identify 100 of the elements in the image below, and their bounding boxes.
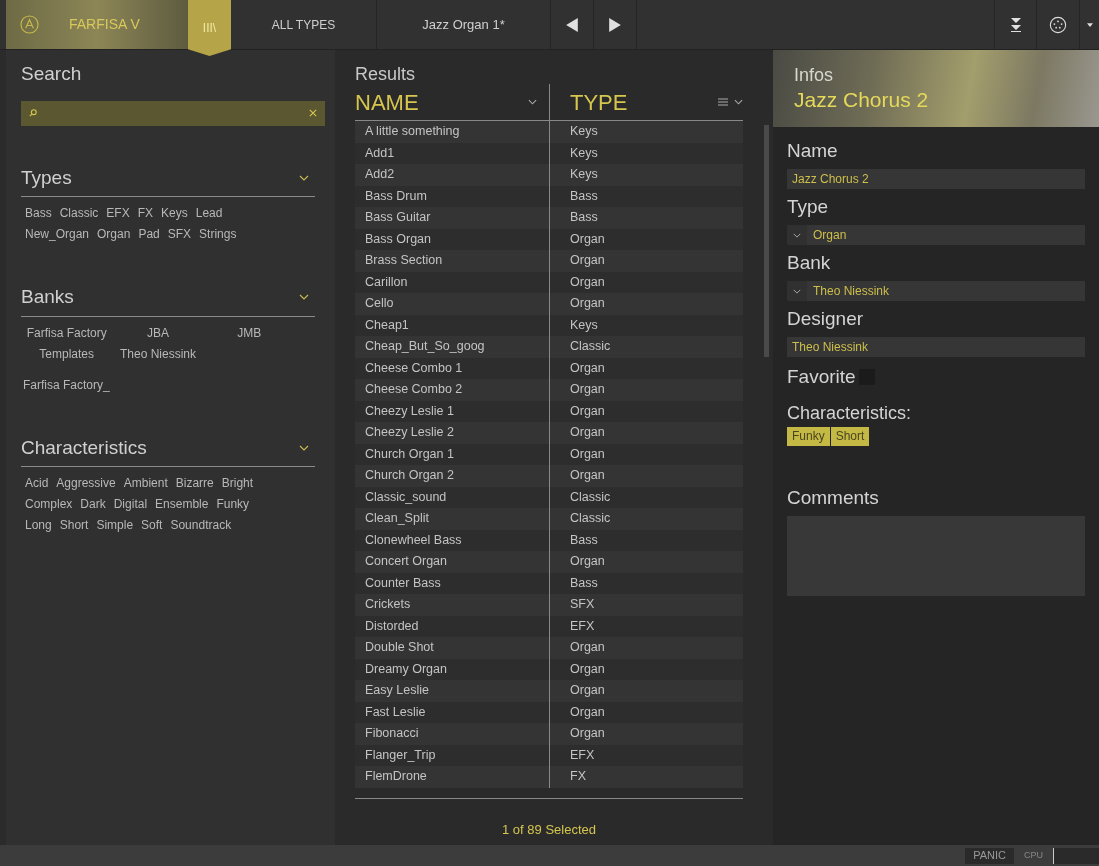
filter-tag[interactable]: Pad bbox=[136, 224, 162, 245]
result-row[interactable]: Church Organ 2 Organ bbox=[355, 465, 743, 487]
name-cell: Easy Leslie bbox=[355, 680, 550, 702]
chevron-icon[interactable] bbox=[793, 288, 801, 294]
type-cell-text: Keys bbox=[569, 144, 598, 162]
dropdown-value: Theo Niessink bbox=[812, 283, 890, 300]
search-icon bbox=[29, 109, 37, 117]
type-cell-text: Organ bbox=[569, 445, 605, 463]
filter-tag[interactable]: Acid bbox=[23, 473, 51, 494]
type-cell-text: Organ bbox=[569, 273, 605, 291]
result-row[interactable]: Crickets SFX bbox=[355, 594, 743, 616]
filter-tag[interactable]: Dark bbox=[78, 494, 108, 515]
field-label: Designer bbox=[787, 306, 865, 331]
comments-label: Comments bbox=[787, 485, 880, 510]
type-cell-text: Bass bbox=[569, 574, 598, 592]
menu-icon[interactable] bbox=[718, 98, 728, 106]
filter-tag[interactable]: Theo Niessink bbox=[117, 343, 198, 365]
filter-tag[interactable]: FX bbox=[135, 203, 156, 224]
filter-tag[interactable]: Soft bbox=[139, 515, 165, 536]
results-title: Results bbox=[355, 64, 417, 84]
filter-tag[interactable]: JMB bbox=[235, 322, 264, 344]
type-cell-text: Bass bbox=[569, 209, 598, 227]
panic-button[interactable]: PANIC bbox=[965, 847, 1014, 864]
filter-tag[interactable]: Long bbox=[23, 515, 54, 536]
filter-tag[interactable]: Short bbox=[57, 515, 91, 536]
clear-icon[interactable] bbox=[309, 109, 317, 117]
field-label: Name bbox=[787, 138, 839, 163]
filter-tag[interactable]: Aggressive bbox=[54, 473, 118, 494]
filter-tag[interactable]: Bass bbox=[23, 203, 54, 224]
type-cell-text: Classic bbox=[569, 488, 611, 506]
column-header[interactable]: NAME bbox=[355, 85, 419, 119]
column-header[interactable]: TYPE bbox=[570, 85, 628, 119]
result-row[interactable]: Concert Organ Organ bbox=[355, 551, 743, 573]
name-cell: Double Shot bbox=[355, 637, 550, 659]
dropdown-value: Organ bbox=[812, 227, 847, 244]
chevron-icon[interactable] bbox=[299, 294, 309, 301]
result-row[interactable]: Cello Organ bbox=[355, 293, 743, 315]
chevron-icon[interactable] bbox=[299, 174, 309, 181]
name-cell: Brass Section bbox=[355, 250, 550, 272]
type-cell-text: Keys bbox=[569, 166, 598, 184]
filter-tag[interactable]: New_Organ bbox=[23, 224, 92, 245]
type-cell-text: Organ bbox=[569, 725, 605, 743]
type-cell-text: Organ bbox=[569, 424, 605, 442]
filter-tag[interactable]: Templates bbox=[37, 343, 96, 365]
filter-tag[interactable]: Farfisa Factory bbox=[24, 322, 109, 344]
name-cell: FlemDrone bbox=[355, 766, 550, 788]
characteristic-tag: Funky bbox=[787, 426, 830, 446]
type-cell-text: FX bbox=[569, 768, 586, 786]
type-filter-button[interactable]: ALL TYPES bbox=[231, 0, 377, 49]
filter-tag[interactable]: Farfisa Factory_ bbox=[21, 374, 112, 396]
chevron-icon[interactable] bbox=[793, 232, 801, 238]
filter-tag[interactable]: Organ bbox=[95, 224, 133, 245]
filter-tag[interactable]: Digital bbox=[111, 494, 150, 515]
sort-chevron-icon[interactable] bbox=[734, 99, 743, 105]
midi-icon bbox=[1049, 15, 1067, 34]
filter-tag[interactable]: Bizarre bbox=[173, 473, 216, 494]
result-row[interactable]: Fibonacci Organ bbox=[355, 723, 743, 745]
type-cell-text: Organ bbox=[569, 682, 605, 700]
selection-count: 1 of 89 Selected bbox=[502, 821, 596, 837]
filter-tag[interactable]: Lead bbox=[193, 203, 225, 224]
filter-tag[interactable]: Ambient bbox=[121, 473, 170, 494]
filter-tag[interactable]: Simple bbox=[94, 515, 136, 536]
type-cell-text: Bass bbox=[569, 187, 598, 205]
result-row[interactable]: Easy Leslie Organ bbox=[355, 680, 743, 702]
sort-chevron-icon[interactable] bbox=[528, 99, 537, 105]
name-cell: Bass Guitar bbox=[355, 207, 550, 229]
result-row[interactable]: FlemDrone FX bbox=[355, 766, 743, 788]
result-row[interactable]: Bass Guitar Bass bbox=[355, 207, 743, 229]
text-field[interactable]: Jazz Chorus 2 bbox=[787, 169, 1085, 189]
filter-tag[interactable]: Strings bbox=[197, 224, 239, 245]
preset-selector[interactable]: Jazz Organ 1* bbox=[377, 0, 551, 49]
previous-icon bbox=[566, 17, 578, 32]
filter-tag[interactable]: Funky bbox=[214, 494, 252, 515]
search-field[interactable] bbox=[21, 100, 325, 126]
result-row[interactable]: Add2 Keys bbox=[355, 164, 743, 186]
filter-tag[interactable]: Ensemble bbox=[153, 494, 211, 515]
result-row[interactable]: A little something Keys bbox=[355, 121, 743, 143]
filter-tag[interactable]: JBA bbox=[145, 322, 171, 344]
result-row[interactable]: Brass Section Organ bbox=[355, 250, 743, 272]
result-row[interactable]: Double Shot Organ bbox=[355, 637, 743, 659]
name-cell: Crickets bbox=[355, 594, 550, 616]
text-field[interactable]: Theo Niessink bbox=[787, 337, 1085, 357]
result-row[interactable]: Clean_Split Classic bbox=[355, 508, 743, 530]
filter-tag[interactable]: Bright bbox=[219, 473, 256, 494]
scrollbar[interactable] bbox=[764, 125, 769, 357]
result-row[interactable]: Cheezy Leslie 2 Organ bbox=[355, 422, 743, 444]
filter-tag[interactable]: EFX bbox=[104, 203, 132, 224]
result-row[interactable]: Cheap_But_So_goog Classic bbox=[355, 336, 743, 358]
filter-tag[interactable]: Keys bbox=[159, 203, 190, 224]
filter-tag[interactable]: Classic bbox=[57, 203, 101, 224]
filter-tag[interactable]: Soundtrack bbox=[168, 515, 234, 536]
result-row[interactable]: Cheese Combo 2 Organ bbox=[355, 379, 743, 401]
filter-tag[interactable]: SFX bbox=[165, 224, 194, 245]
name-cell: Church Organ 2 bbox=[355, 465, 550, 487]
type-cell-text: SFX bbox=[569, 596, 595, 614]
dropdown-field[interactable]: Theo Niessink bbox=[787, 281, 1085, 301]
dropdown-field[interactable]: Organ bbox=[787, 225, 1085, 245]
filter-tag[interactable]: Complex bbox=[23, 494, 75, 515]
chevron-icon[interactable] bbox=[299, 444, 309, 451]
double-down-arrow-icon bbox=[1010, 17, 1021, 32]
